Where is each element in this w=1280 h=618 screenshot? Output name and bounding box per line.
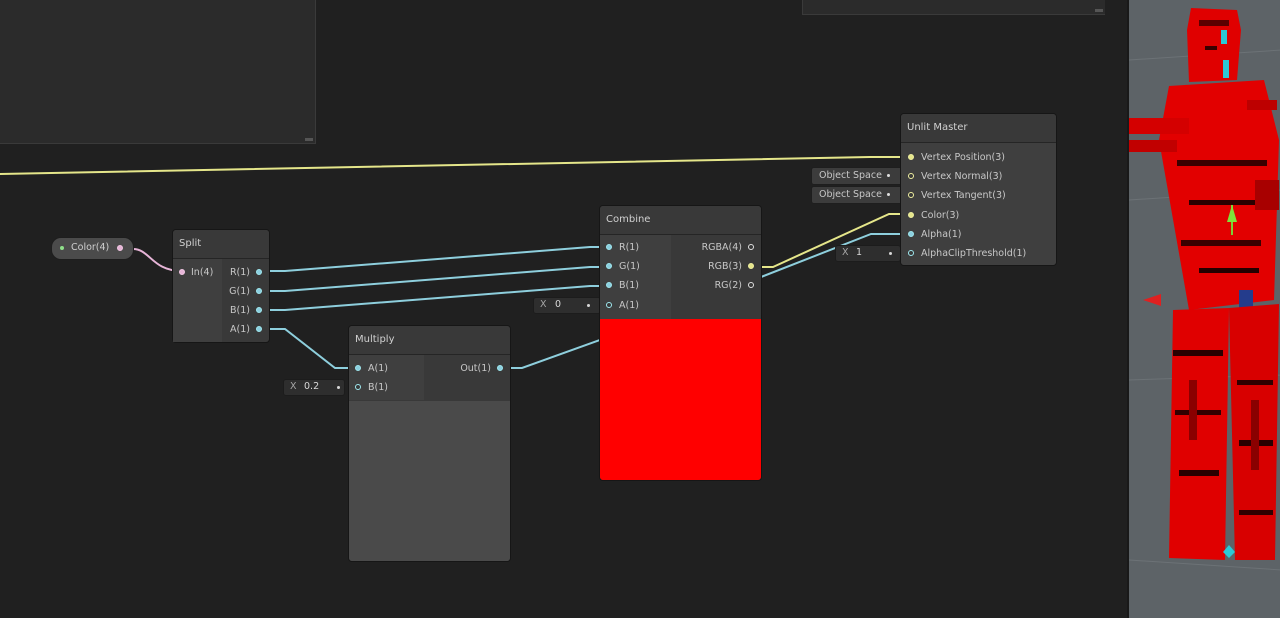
main-preview-panel[interactable] [802, 0, 1105, 15]
split-a-port-dot[interactable] [256, 326, 262, 332]
exposed-property-icon [60, 246, 64, 250]
combine-preview [600, 319, 761, 480]
unlit-input-alpha-clip-threshold[interactable]: AlphaClipThreshold(1) [901, 244, 1051, 263]
unlit-input-vertex-normal[interactable]: Vertex Normal(3) [901, 167, 1051, 186]
split-r-port-dot[interactable] [256, 269, 262, 275]
combine-a-axis-label: X [540, 299, 547, 310]
split-output-b[interactable]: B(1) [219, 301, 265, 320]
wire-split-a-to-multiply-a[interactable] [260, 328, 358, 369]
color-property-output-port[interactable] [117, 245, 123, 251]
split-b-port-dot[interactable] [256, 307, 262, 313]
split-output-g[interactable]: G(1) [219, 282, 265, 301]
multiply-output-out[interactable]: Out(1) [436, 359, 506, 378]
blackboard-panel[interactable] [0, 0, 316, 144]
multiply-preview [349, 401, 510, 561]
vertex-normal-space-chip[interactable]: Object Space [812, 168, 904, 184]
combine-output-rg[interactable]: RG(2) [677, 276, 757, 295]
unlit-input-color[interactable]: Color(3) [901, 206, 1051, 225]
unlit-input-vertex-position[interactable]: Vertex Position(3) [901, 148, 1051, 167]
unlit-input-vertex-tangent[interactable]: Vertex Tangent(3) [901, 186, 1051, 205]
wire-split-g-to-combine-g[interactable] [260, 266, 609, 292]
split-input-port[interactable]: In(4) [173, 263, 222, 282]
wire-split-r-to-combine-r[interactable] [260, 246, 609, 272]
multiply-b-port-dot[interactable] [355, 384, 361, 390]
multiply-input-b[interactable]: B(1) [349, 378, 424, 397]
combine-output-rgba[interactable]: RGBA(4) [677, 238, 757, 257]
color-property-label: Color(4) [71, 242, 110, 253]
wire-color-to-unlit-vertex-position[interactable] [0, 156, 903, 175]
combine-input-b[interactable]: B(1) [600, 276, 671, 295]
alpha-clip-value[interactable]: 1 [856, 247, 862, 258]
split-output-r[interactable]: R(1) [219, 263, 265, 282]
unlit-input-alpha[interactable]: Alpha(1) [901, 225, 1051, 244]
multiply-node[interactable]: Multiply A(1) B(1) Out(1) [349, 326, 510, 561]
split-node[interactable]: Split In(4) R(1) G(1) B(1) A(1) [173, 230, 269, 342]
multiply-b-axis-label: X [290, 381, 297, 392]
multiply-b-field[interactable]: X 0.2 [284, 380, 344, 395]
color-property-node[interactable]: Color(4) [52, 238, 133, 259]
alpha-clip-axis-label: X [842, 247, 849, 258]
vertex-tangent-space-chip[interactable]: Object Space [812, 187, 904, 203]
combine-node-title: Combine [600, 206, 761, 235]
resize-grip-icon[interactable] [305, 138, 313, 141]
shader-graph-canvas[interactable]: Color(4) Split In(4) R(1) G(1) B(1) A(1)… [0, 0, 1127, 618]
combine-output-rgb[interactable]: RGB(3) [677, 257, 757, 276]
multiply-input-a[interactable]: A(1) [349, 359, 424, 378]
combine-a-field[interactable]: X 0 [534, 298, 600, 313]
scene-view[interactable] [1127, 0, 1280, 618]
resize-grip-icon[interactable] [1095, 9, 1103, 12]
combine-node[interactable]: Combine R(1) G(1) B(1) A(1) RGBA(4) RGB(… [600, 206, 761, 480]
combine-input-a[interactable]: A(1) [600, 296, 671, 315]
robot-model-render [1129, 0, 1280, 618]
combine-input-g[interactable]: G(1) [600, 257, 671, 276]
unlit-master-node-title: Unlit Master [901, 114, 1056, 143]
multiply-node-title: Multiply [349, 326, 510, 355]
combine-a-value[interactable]: 0 [555, 299, 561, 310]
unlit-master-node[interactable]: Unlit Master Vertex Position(3) Vertex N… [901, 114, 1056, 265]
multiply-a-port-dot[interactable] [355, 365, 361, 371]
multiply-b-value[interactable]: 0.2 [304, 381, 319, 392]
split-in-label: In(4) [191, 267, 214, 278]
split-node-title: Split [173, 230, 269, 259]
combine-input-r[interactable]: R(1) [600, 238, 671, 257]
split-g-port-dot[interactable] [256, 288, 262, 294]
split-output-a[interactable]: A(1) [219, 320, 265, 339]
multiply-out-port-dot[interactable] [497, 365, 503, 371]
split-in-port-dot[interactable] [179, 269, 185, 275]
alpha-clip-threshold-field[interactable]: X 1 [836, 246, 900, 261]
